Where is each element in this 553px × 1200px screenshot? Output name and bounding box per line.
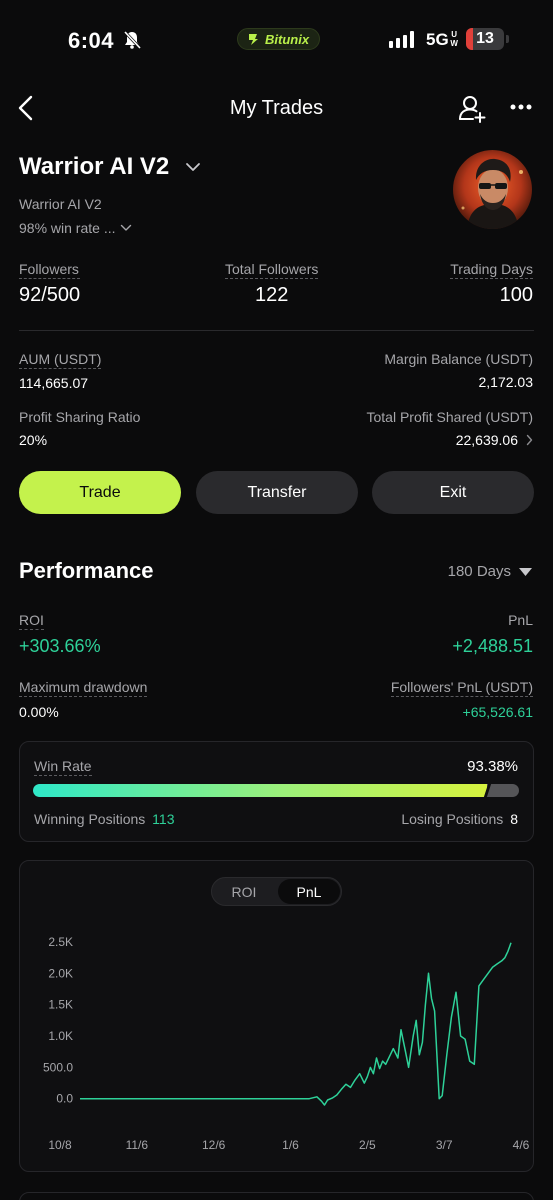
stat-label: AUM (USDT) (19, 351, 102, 369)
pnl-value: +2,488.51 (452, 636, 533, 656)
stat-total-profit-shared[interactable]: Total Profit Shared (USDT) 22,639.06 (367, 409, 534, 448)
y-tick-label: 0.0 (56, 1092, 73, 1106)
y-tick-label: 2.0K (48, 966, 73, 980)
stat-value: 22,639.06 (455, 432, 518, 448)
roi-value: +303.66% (19, 636, 101, 656)
stat-aum: AUM (USDT) 114,665.07 (19, 351, 102, 391)
losing-positions-label: Losing Positions (401, 811, 504, 827)
win-rate-label: Win Rate (34, 758, 92, 776)
pnl-label: PnL (508, 612, 533, 628)
trader-description-text: 98% win rate ... (19, 220, 116, 236)
chevron-right-icon (526, 434, 533, 446)
more-icon[interactable] (510, 104, 532, 110)
trader-description[interactable]: 98% win rate ... (19, 220, 132, 236)
bell-muted-icon (123, 30, 142, 50)
stat-label: Total Profit Shared (USDT) (366, 409, 534, 425)
battery-cap (506, 35, 509, 43)
network-indicator: 5G UW (426, 30, 459, 50)
losing-positions-value: 8 (510, 811, 518, 827)
period-label: 180 Days (447, 563, 511, 580)
winning-positions-value: 113 (152, 811, 175, 827)
y-tick-label: 1.5K (48, 998, 73, 1012)
stat-label: Profit Sharing Ratio (19, 409, 141, 425)
tab-pnl[interactable]: PnL (278, 879, 340, 904)
x-tick-label: 10/8 (48, 1138, 72, 1152)
exit-button[interactable]: Exit (372, 471, 534, 514)
win-rate-fill (33, 784, 487, 797)
avatar (453, 150, 532, 229)
stat-label: Followers (19, 261, 81, 279)
add-user-icon[interactable] (457, 94, 487, 124)
stat-label: Margin Balance (USDT) (384, 351, 533, 367)
chevron-down-icon (120, 224, 131, 231)
x-tick-label: 2/5 (359, 1138, 376, 1152)
performance-title: Performance (19, 558, 154, 583)
trade-button[interactable]: Trade (19, 471, 181, 514)
transfer-button[interactable]: Transfer (196, 471, 358, 514)
stat-followers: Followers 92/500 (19, 261, 81, 307)
losing-positions: Losing Positions 8 (401, 811, 518, 827)
stat-value: 92/500 (19, 284, 81, 306)
stat-value: 122 (255, 284, 289, 306)
x-tick-label: 11/6 (126, 1138, 149, 1152)
network-type: 5G (426, 30, 449, 49)
chevron-down-icon[interactable] (185, 162, 201, 172)
brand-pill: Bitunix (237, 28, 321, 50)
divider (19, 330, 534, 331)
pnl-chart: 2.5K 2.0K 1.5K 1.0K 500.0 0.0 10/8 11/6 12/6 1/6 2… (43, 935, 530, 1152)
x-tick-label: 1/6 (282, 1138, 299, 1152)
stat-trading-days: Trading Days 100 (450, 261, 533, 307)
y-tick-label: 500.0 (43, 1060, 73, 1074)
pnl-series-line (80, 942, 512, 1106)
win-rate-value: 93.38% (467, 758, 518, 775)
x-tick-label: 4/6 (513, 1138, 530, 1152)
y-tick-label: 1.0K (48, 1029, 73, 1043)
roi-label: ROI (19, 612, 44, 630)
followers-pnl-label: Followers' PnL (USDT) (390, 679, 533, 697)
signal-icon (389, 30, 414, 48)
followers-pnl-value: +65,526.61 (462, 704, 533, 720)
trader-subtitle: Warrior AI V2 (19, 196, 102, 212)
winning-positions-label: Winning Positions (34, 811, 146, 827)
y-tick-label: 2.5K (48, 935, 73, 949)
brand-name: Bitunix (265, 31, 310, 47)
max-drawdown-label: Maximum drawdown (19, 679, 148, 697)
x-tick-label: 3/7 (436, 1138, 453, 1152)
stat-total-followers: Total Followers 122 (225, 261, 319, 307)
battery-level: 13 (476, 30, 494, 47)
stat-value: 100 (499, 284, 533, 306)
period-selector[interactable]: 180 Days (448, 563, 532, 580)
trader-name[interactable]: Warrior AI V2 (19, 153, 169, 181)
stat-value: 114,665.07 (19, 375, 89, 391)
tab-roi[interactable]: ROI (213, 879, 275, 904)
stat-value: 20% (19, 432, 48, 448)
stat-value: 2,172.03 (478, 374, 534, 390)
stat-margin-balance: Margin Balance (USDT) 2,172.03 (384, 351, 533, 390)
battery-icon: 13 (466, 28, 504, 50)
caret-down-icon (519, 567, 532, 576)
stat-label: Total Followers (225, 261, 319, 279)
stat-profit-sharing-ratio: Profit Sharing Ratio 20% (19, 409, 140, 448)
max-drawdown-value: 0.00% (19, 704, 59, 720)
win-rate-bar (33, 784, 519, 797)
next-card (19, 1192, 534, 1200)
status-time: 6:04 (68, 28, 115, 53)
winning-positions: Winning Positions 113 (34, 811, 175, 827)
stat-label: Trading Days (450, 261, 533, 279)
x-tick-label: 12/6 (202, 1138, 226, 1152)
network-sup: UW (449, 30, 459, 48)
brand-logo-icon (249, 34, 258, 45)
